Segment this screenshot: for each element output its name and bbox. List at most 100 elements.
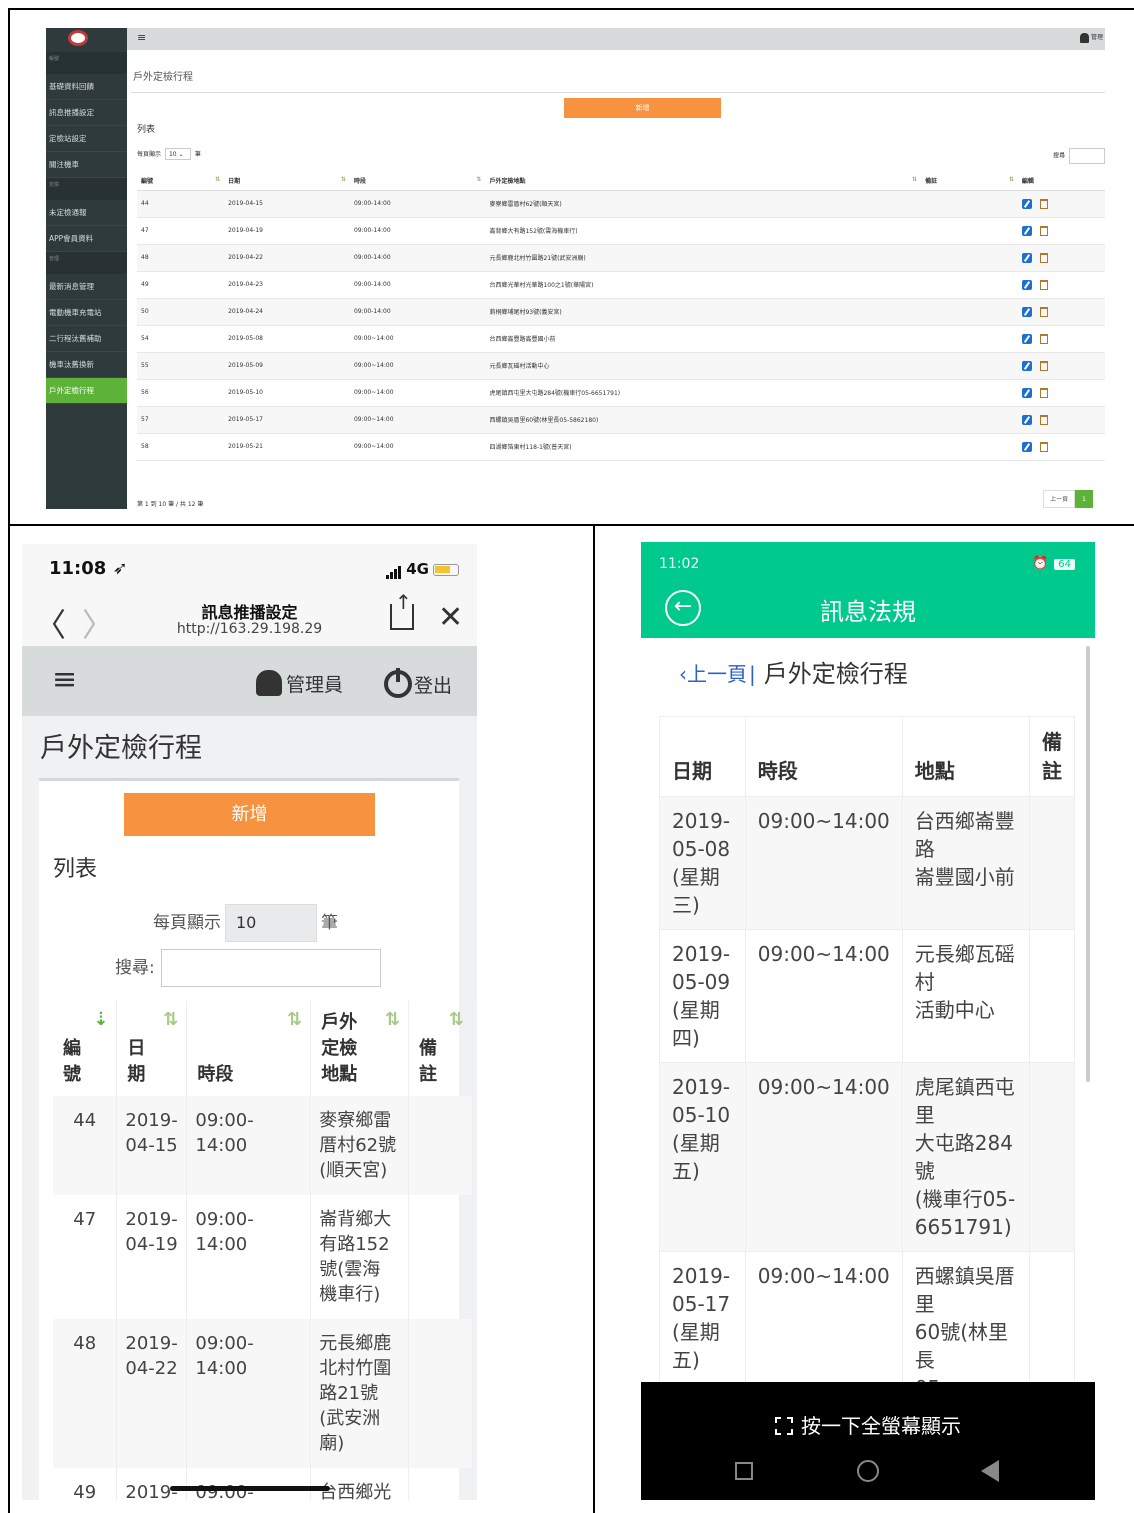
table-cell xyxy=(921,244,1018,272)
sort-icon: ⇅ xyxy=(163,1009,179,1030)
search-input[interactable] xyxy=(1069,148,1105,164)
search-label: 搜尋: xyxy=(115,958,155,978)
edit-icon[interactable] xyxy=(1021,225,1032,236)
close-icon[interactable]: ✕ xyxy=(438,600,463,635)
network-label: 4G xyxy=(406,560,429,578)
frame-border-middle xyxy=(8,524,1134,526)
search-control: 搜尋 xyxy=(1053,148,1105,164)
trash-icon[interactable] xyxy=(1039,279,1048,290)
table-cell: 2019-05-08 xyxy=(224,325,350,353)
share-icon[interactable] xyxy=(390,590,414,630)
edit-icon[interactable] xyxy=(1021,387,1032,398)
edit-icon[interactable] xyxy=(1021,198,1032,209)
column-header[interactable]: ⇅ 時段 xyxy=(186,1001,312,1096)
sidebar-item[interactable]: APP會員資料 xyxy=(46,226,127,252)
trash-icon[interactable] xyxy=(1039,333,1048,344)
column-header[interactable]: 編輯 xyxy=(1017,172,1105,191)
action-cell xyxy=(1017,298,1105,326)
table-cell xyxy=(921,298,1018,326)
edit-icon[interactable] xyxy=(1021,333,1032,344)
table-cell xyxy=(1028,929,1076,1063)
trash-icon[interactable] xyxy=(1039,225,1048,236)
table-cell: 57 xyxy=(137,406,225,434)
column-header[interactable]: 日期 ⇅ xyxy=(224,172,350,191)
edit-icon[interactable] xyxy=(1021,360,1032,371)
home-icon[interactable] xyxy=(857,1460,879,1482)
table-cell: 麥寮鄉雷 厝村62號 (順天宮) xyxy=(310,1096,410,1195)
sidebar-item[interactable]: 關注機車 xyxy=(46,152,127,178)
action-cell xyxy=(1017,271,1105,299)
table-cell: 虎尾鎮西屯里大屯路284號(機車行05-6651791) xyxy=(485,379,922,407)
column-header[interactable]: ⇅ 戶外 定檢 地點 xyxy=(310,1001,410,1096)
app-header: 11:02 ⏰ 64 ← 訊息法規 xyxy=(641,542,1095,638)
column-header[interactable]: 備註 ⇅ xyxy=(921,172,1018,191)
column-label: 編 號 xyxy=(63,1038,81,1085)
edit-icon[interactable] xyxy=(1021,306,1032,317)
table-cell: 2019- 05-08 (星期 三) xyxy=(659,796,746,930)
trash-icon[interactable] xyxy=(1039,198,1048,209)
add-button[interactable]: 新增 xyxy=(564,98,721,118)
user-menu[interactable]: 管理 xyxy=(1079,32,1103,43)
table-cell: 2019-05-17 xyxy=(224,406,350,434)
sidebar-item[interactable]: 基礎資料回饋 xyxy=(46,74,127,100)
search-input[interactable] xyxy=(160,949,381,987)
trash-icon[interactable] xyxy=(1039,252,1048,263)
back-triangle-icon[interactable] xyxy=(981,1460,999,1482)
fullscreen-prompt[interactable]: 按一下全螢幕顯示 xyxy=(641,1410,1095,1439)
per-page-select[interactable]: 10 ⌄ xyxy=(164,148,191,160)
page-1-button[interactable]: 1 xyxy=(1075,490,1093,508)
prev-page-button[interactable]: 上一頁 xyxy=(1043,490,1076,508)
table-cell: 09:00~14:00 xyxy=(349,352,486,380)
sidebar-item[interactable]: 訊息推播設定 xyxy=(46,100,127,126)
column-header[interactable]: 時段 ⇅ xyxy=(349,172,486,191)
trash-icon[interactable] xyxy=(1039,414,1048,425)
composite-screenshot: 帳號 基礎資料回饋 訊息推播設定 定檢站設定 關注機車 定檢 未定檢通報 APP… xyxy=(0,0,1134,1513)
recent-apps-icon[interactable] xyxy=(735,1462,753,1480)
admin-user[interactable]: 管理員 xyxy=(256,670,343,697)
per-page-select[interactable]: 10 xyxy=(225,904,317,942)
trash-icon[interactable] xyxy=(1039,441,1048,452)
column-header[interactable]: ⇅ 日 期 xyxy=(116,1001,188,1096)
table-cell xyxy=(921,325,1018,353)
table-row: 2019- 05-08 (星期 三) 09:00~14:00 台西鄉崙豐路 崙豐國小… xyxy=(659,796,1076,930)
sidebar-item[interactable]: 最新消息管理 xyxy=(46,274,127,300)
column-header[interactable]: 戶外定檢地點 ⇅ xyxy=(485,172,922,191)
edit-icon[interactable] xyxy=(1021,252,1032,263)
column-header: 時段 xyxy=(744,716,903,797)
edit-icon[interactable] xyxy=(1021,414,1032,425)
table-cell: 四湖鄉箔東村118-1號(普天宮) xyxy=(485,433,922,461)
ios-browser-nav: 〈 〉 訊息推播設定 http://163.29.198.29 ✕ xyxy=(22,590,477,646)
add-button[interactable]: 新增 xyxy=(124,793,375,836)
table-cell: 元長鄉瓦磘村活動中心 xyxy=(485,352,922,380)
hamburger-menu-icon[interactable]: ≡ xyxy=(52,662,77,697)
sidebar-item-active[interactable]: 戶外定檢行程 xyxy=(46,378,127,404)
column-header[interactable]: 編號 ⇅ xyxy=(137,172,225,191)
edit-icon[interactable] xyxy=(1021,441,1032,452)
table-cell: 2019-05-21 xyxy=(224,433,350,461)
sort-icon: ⇅ xyxy=(340,176,346,184)
hamburger-menu-icon[interactable]: ≡ xyxy=(137,31,146,44)
table-cell: 台西鄉光 xyxy=(310,1468,410,1500)
site-header: ≡ 管理員 登出 xyxy=(22,646,477,716)
trash-icon[interactable] xyxy=(1039,387,1048,398)
table-row: 55 2019-05-09 09:00~14:00 元長鄉瓦磘村活動中心 xyxy=(137,352,1105,380)
sidebar-item[interactable]: 未定檢通報 xyxy=(46,200,127,226)
ios-status-bar: 11:08 ➶ 4G xyxy=(22,544,477,594)
logout-button[interactable]: 登出 xyxy=(384,668,452,698)
sidebar-item[interactable]: 定檢站設定 xyxy=(46,126,127,152)
trash-icon[interactable] xyxy=(1039,360,1048,371)
table-cell xyxy=(921,217,1018,245)
action-cell xyxy=(1017,406,1105,434)
column-header[interactable]: ⇣ 編 號 xyxy=(53,1001,118,1096)
sidebar-item[interactable]: 機車汰舊換新 xyxy=(46,352,127,378)
table-cell: 48 xyxy=(137,244,225,272)
column-header[interactable]: ⇅ 備 註 xyxy=(408,1001,473,1096)
edit-icon[interactable] xyxy=(1021,279,1032,290)
fullscreen-icon xyxy=(775,1417,793,1435)
breadcrumb-back-link[interactable]: ‹上一頁 xyxy=(679,662,747,686)
scrollbar[interactable] xyxy=(1086,646,1090,1082)
trash-icon[interactable] xyxy=(1039,306,1048,317)
sidebar-item[interactable]: 電動機車充電站 xyxy=(46,300,127,326)
sidebar-item[interactable]: 二行程汰舊補助 xyxy=(46,326,127,352)
table-cell: 2019- 05-09 (星期 四) xyxy=(659,929,746,1063)
